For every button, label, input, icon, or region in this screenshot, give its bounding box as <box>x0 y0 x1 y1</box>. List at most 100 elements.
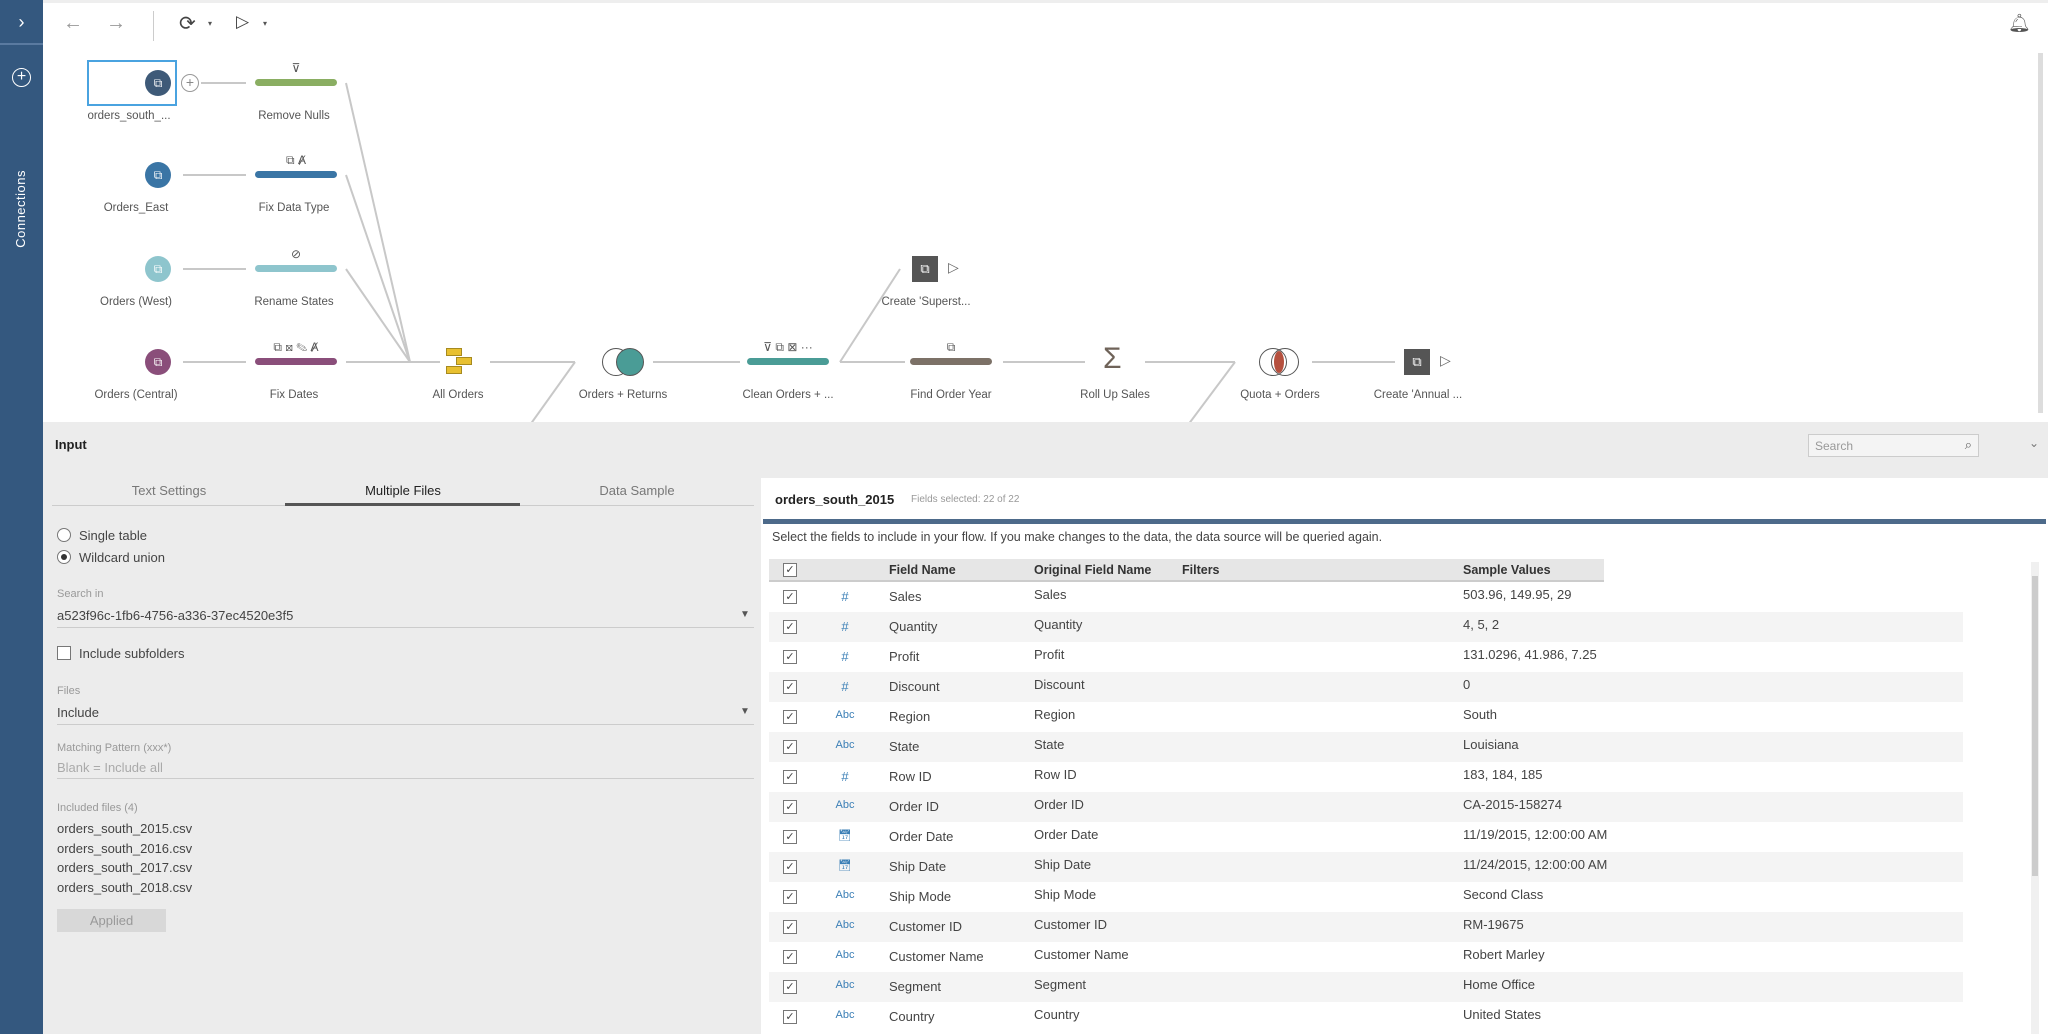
field-checkbox[interactable]: ✓ <box>783 740 797 754</box>
search-in-value[interactable]: a523f96c-1fb6-4756-a336-37ec4520e3f5 <box>57 608 293 623</box>
field-name[interactable]: Quantity <box>889 619 937 634</box>
run-output-icon[interactable]: ▷ <box>948 259 959 276</box>
collapse-panel-icon[interactable]: ⌄ <box>2029 436 2039 450</box>
number-type-icon[interactable]: # <box>830 619 860 634</box>
number-type-icon[interactable]: # <box>830 679 860 694</box>
checkbox-icon[interactable] <box>57 646 71 660</box>
clean-step-node[interactable] <box>255 358 337 365</box>
flow-canvas[interactable]: ← → ⟳ ▾ ▷ ▾ 🔔︎ + ⧉ orders_south_... ⧉ Orders… <box>43 0 2048 425</box>
select-all-checkbox[interactable]: ✓ <box>783 563 797 577</box>
aggregate-node-label[interactable]: Roll Up Sales <box>1045 389 1185 401</box>
table-row[interactable]: ✓ # Sales Sales 503.96, 149.95, 29 <box>769 582 1963 612</box>
field-name[interactable]: Sales <box>889 589 922 604</box>
string-type-icon[interactable]: Abc <box>830 1009 860 1021</box>
step-node-label[interactable]: Find Order Year <box>881 389 1021 401</box>
table-row[interactable]: ✓ Abc Country Country United States <box>769 1002 1963 1032</box>
input-node-label[interactable]: Orders (West) <box>66 296 206 308</box>
string-type-icon[interactable]: Abc <box>830 919 860 931</box>
table-row[interactable]: ✓ Abc Customer Name Customer Name Robert Mar… <box>769 942 1963 972</box>
table-row[interactable]: ✓ # Profit Profit 131.0296, 41.986, 7.25 <box>769 642 1963 672</box>
header-filters[interactable]: Filters <box>1182 563 1220 577</box>
number-type-icon[interactable]: # <box>830 589 860 604</box>
union-node-label[interactable]: All Orders <box>388 389 528 401</box>
field-checkbox[interactable]: ✓ <box>783 680 797 694</box>
union-icon[interactable] <box>446 348 476 376</box>
step-node-label[interactable]: Remove Nulls <box>224 110 364 122</box>
table-row[interactable]: ✓ # Row ID Row ID 183, 184, 185 <box>769 762 1963 792</box>
files-select[interactable]: Include <box>57 705 99 720</box>
table-row[interactable]: ✓ Abc Segment Segment Home Office <box>769 972 1963 1002</box>
header-field-name[interactable]: Field Name <box>889 563 956 577</box>
field-name[interactable]: Ship Mode <box>889 889 951 904</box>
field-name[interactable]: Customer ID <box>889 919 962 934</box>
search-in-dropdown-icon[interactable]: ▼ <box>740 609 750 620</box>
field-name[interactable]: Profit <box>889 649 919 664</box>
step-node-label[interactable]: Fix Data Type <box>224 202 364 214</box>
search-icon[interactable]: ⌕ <box>1965 437 1972 453</box>
table-row[interactable]: ✓ Abc Customer ID Customer ID RM-19675 <box>769 912 1963 942</box>
field-name[interactable]: Country <box>889 1009 935 1024</box>
date-type-icon[interactable]: 📅︎ <box>830 829 860 842</box>
input-node-label[interactable]: orders_south_... <box>59 110 199 122</box>
clean-step-node[interactable] <box>910 358 992 365</box>
input-node-icon[interactable]: ⧉ <box>145 256 171 282</box>
field-checkbox[interactable]: ✓ <box>783 950 797 964</box>
join-inner-right-icon[interactable] <box>602 348 646 376</box>
field-checkbox[interactable]: ✓ <box>783 770 797 784</box>
table-row[interactable]: ✓ # Quantity Quantity 4, 5, 2 <box>769 612 1963 642</box>
input-node-label[interactable]: Orders_East <box>66 202 206 214</box>
field-checkbox[interactable]: ✓ <box>783 620 797 634</box>
expand-sidebar-button[interactable]: › <box>0 0 43 45</box>
join-inner-icon[interactable] <box>1259 348 1303 376</box>
input-node-icon[interactable]: ⧉ <box>145 162 171 188</box>
output-node-label[interactable]: Create 'Superst... <box>856 296 996 308</box>
clean-step-node[interactable] <box>255 265 337 272</box>
add-connection-icon[interactable]: + <box>12 68 31 87</box>
field-name[interactable]: Ship Date <box>889 859 946 874</box>
table-row[interactable]: ✓ 📅︎ Order Date Order Date 11/19/2015, 12:00… <box>769 822 1963 852</box>
output-node-icon[interactable]: ⧉ <box>1404 349 1430 375</box>
field-name[interactable]: Segment <box>889 979 941 994</box>
table-scrollbar[interactable] <box>2031 562 2039 1034</box>
input-node-label[interactable]: Orders (Central) <box>66 389 206 401</box>
field-checkbox[interactable]: ✓ <box>783 650 797 664</box>
field-checkbox[interactable]: ✓ <box>783 980 797 994</box>
radio-icon[interactable] <box>57 528 71 542</box>
table-row[interactable]: ✓ Abc Region Region South <box>769 702 1963 732</box>
field-checkbox[interactable]: ✓ <box>783 890 797 904</box>
table-row[interactable]: ✓ Abc Ship Mode Ship Mode Second Class <box>769 882 1963 912</box>
number-type-icon[interactable]: # <box>830 769 860 784</box>
field-name[interactable]: Discount <box>889 679 940 694</box>
field-name[interactable]: Order Date <box>889 829 953 844</box>
field-checkbox[interactable]: ✓ <box>783 860 797 874</box>
aggregate-sigma-icon[interactable]: Σ <box>1103 342 1122 376</box>
input-node-icon[interactable]: ⧉ <box>145 349 171 375</box>
table-row[interactable]: ✓ # Discount Discount 0 <box>769 672 1963 702</box>
run-output-icon[interactable]: ▷ <box>1440 352 1451 369</box>
clean-node-label[interactable]: Clean Orders + ... <box>718 389 858 401</box>
table-row[interactable]: ✓ Abc Order ID Order ID CA-2015-158274 <box>769 792 1963 822</box>
radio-selected-icon[interactable] <box>57 550 71 564</box>
string-type-icon[interactable]: Abc <box>830 979 860 991</box>
step-node-label[interactable]: Rename States <box>224 296 364 308</box>
join-node-label[interactable]: Quota + Orders <box>1210 389 1350 401</box>
files-dropdown-icon[interactable]: ▼ <box>740 706 750 717</box>
string-type-icon[interactable]: Abc <box>830 739 860 751</box>
clean-step-node[interactable] <box>255 171 337 178</box>
search-input[interactable]: Search ⌕ <box>1808 434 1979 457</box>
applied-button[interactable]: Applied <box>57 909 166 932</box>
tab-data-sample[interactable]: Data Sample <box>520 483 754 506</box>
field-checkbox[interactable]: ✓ <box>783 710 797 724</box>
field-checkbox[interactable]: ✓ <box>783 1010 797 1024</box>
field-name[interactable]: Customer Name <box>889 949 984 964</box>
string-type-icon[interactable]: Abc <box>830 889 860 901</box>
table-row[interactable]: ✓ Abc State State Louisiana <box>769 732 1963 762</box>
clean-step-node[interactable] <box>747 358 829 365</box>
field-name[interactable]: State <box>889 739 919 754</box>
tab-text-settings[interactable]: Text Settings <box>52 483 286 506</box>
number-type-icon[interactable]: # <box>830 649 860 664</box>
add-step-icon[interactable]: + <box>181 74 199 92</box>
table-row[interactable]: ✓ 📅︎ Ship Date Ship Date 11/24/2015, 12:00:0… <box>769 852 1963 882</box>
input-node-icon[interactable]: ⧉ <box>145 70 171 96</box>
string-type-icon[interactable]: Abc <box>830 799 860 811</box>
